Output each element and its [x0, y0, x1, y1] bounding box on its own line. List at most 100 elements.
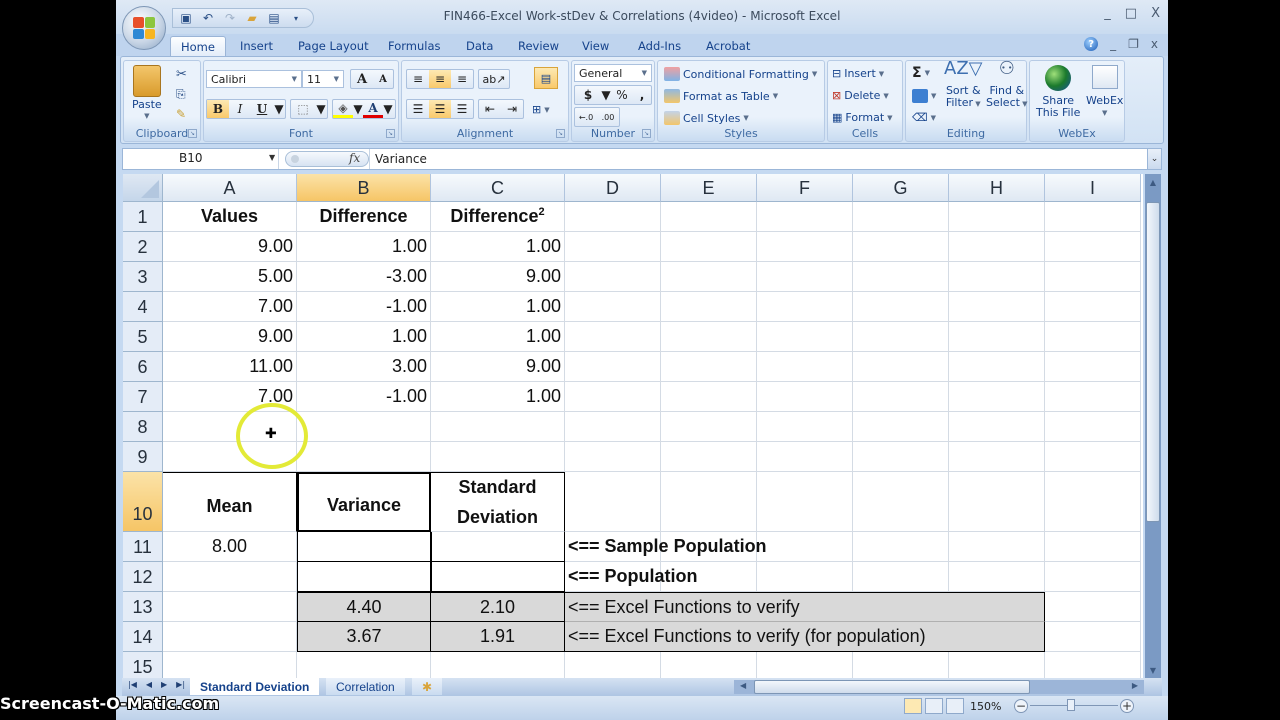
horizontal-scroll-thumb[interactable]: [754, 680, 1030, 694]
column-header-a[interactable]: A: [163, 174, 297, 202]
clear-button[interactable]: ⌫ ▼: [912, 111, 936, 124]
underline-button[interactable]: U: [251, 100, 273, 118]
grow-font-button[interactable]: A: [351, 70, 373, 88]
cell-h5[interactable]: [949, 322, 1045, 352]
zoom-in-icon[interactable]: +: [1120, 699, 1134, 713]
cell-g7[interactable]: [853, 382, 949, 412]
sort-filter-button[interactable]: AZ▽ Sort & Filter ▼: [944, 60, 983, 110]
data-cell-a2[interactable]: 9.00: [163, 232, 297, 262]
column-header-c[interactable]: C: [431, 174, 565, 202]
excel-verify-note[interactable]: <== Excel Functions to verify: [565, 592, 1045, 622]
redo-icon[interactable]: ↷: [221, 10, 239, 26]
format-as-table-button[interactable]: Format as Table ▼: [664, 89, 778, 103]
cell-f4[interactable]: [757, 292, 853, 322]
align-left-icon[interactable]: ☰: [407, 100, 429, 118]
cell-g2[interactable]: [853, 232, 949, 262]
row-header-3[interactable]: 3: [123, 262, 163, 292]
cell-e5[interactable]: [661, 322, 757, 352]
row-header-4[interactable]: 4: [123, 292, 163, 322]
cell-g4[interactable]: [853, 292, 949, 322]
cell-i3[interactable]: [1045, 262, 1141, 292]
cell-e6[interactable]: [661, 352, 757, 382]
name-box[interactable]: B10: [123, 149, 279, 169]
cell-styles-button[interactable]: Cell Styles ▼: [664, 111, 749, 125]
cell-d7[interactable]: [565, 382, 661, 412]
page-break-view-icon[interactable]: [946, 698, 964, 714]
cell-i1[interactable]: [1045, 202, 1141, 232]
delete-cells-button[interactable]: ⊠ Delete ▼: [832, 89, 889, 102]
vertical-scrollbar[interactable]: ▲ ▼: [1145, 174, 1161, 680]
cell-i2[interactable]: [1045, 232, 1141, 262]
cell-g3[interactable]: [853, 262, 949, 292]
conditional-formatting-button[interactable]: Conditional Formatting ▼: [664, 67, 817, 81]
shrink-font-button[interactable]: A: [373, 70, 393, 88]
row-header-10[interactable]: 10: [123, 472, 163, 532]
zoom-slider-thumb[interactable]: [1067, 699, 1075, 711]
cell-h2[interactable]: [949, 232, 1045, 262]
percent-button[interactable]: %: [611, 86, 633, 104]
cell-e7[interactable]: [661, 382, 757, 412]
cell-b9[interactable]: [297, 442, 431, 472]
cell-f10[interactable]: [757, 472, 853, 532]
format-painter-icon[interactable]: ✎: [176, 107, 186, 121]
result-cell-b12[interactable]: [297, 562, 431, 592]
row-header-13[interactable]: 13: [123, 592, 163, 622]
cell-f7[interactable]: [757, 382, 853, 412]
data-cell-b3[interactable]: -3.00: [297, 262, 431, 292]
column-header-b[interactable]: B: [297, 174, 431, 202]
bottom-align-icon[interactable]: ≡: [451, 70, 473, 88]
cell-h7[interactable]: [949, 382, 1045, 412]
cell-g10[interactable]: [853, 472, 949, 532]
standard-deviation-label[interactable]: Standard Deviation: [431, 472, 565, 532]
cell-i9[interactable]: [1045, 442, 1141, 472]
population-note[interactable]: <== Population: [565, 562, 1045, 592]
insert-sheet-icon[interactable]: ✱: [412, 678, 442, 695]
merge-center-icon[interactable]: ⊞ ▼: [532, 103, 550, 116]
cell-d4[interactable]: [565, 292, 661, 322]
open-folder-icon[interactable]: ▰: [243, 10, 261, 26]
cell-h6[interactable]: [949, 352, 1045, 382]
cell-d2[interactable]: [565, 232, 661, 262]
undo-icon[interactable]: ↶: [199, 10, 217, 26]
help-icon[interactable]: ?: [1084, 37, 1099, 51]
cell-c8[interactable]: [431, 412, 565, 442]
excel-stdev-population[interactable]: 1.91: [431, 622, 565, 652]
align-center-icon[interactable]: ☰: [429, 100, 451, 118]
row-header-1[interactable]: 1: [123, 202, 163, 232]
cell-d10[interactable]: [565, 472, 661, 532]
tab-acrobat[interactable]: Acrobat: [696, 36, 760, 56]
cell-g5[interactable]: [853, 322, 949, 352]
increase-indent-icon[interactable]: ⇥: [501, 100, 523, 118]
cell-f3[interactable]: [757, 262, 853, 292]
cell-i14[interactable]: [1045, 622, 1141, 652]
data-cell-b5[interactable]: 1.00: [297, 322, 431, 352]
column-header-i[interactable]: I: [1045, 174, 1141, 202]
row-header-9[interactable]: 9: [123, 442, 163, 472]
tab-insert[interactable]: Insert: [230, 36, 283, 56]
data-cell-b7[interactable]: -1.00: [297, 382, 431, 412]
insert-cells-button[interactable]: ⊟ Insert ▼: [832, 67, 884, 80]
horizontal-scrollbar[interactable]: ◀ ▶: [734, 680, 1144, 694]
copy-icon[interactable]: ⎘: [176, 87, 186, 102]
cell-d1[interactable]: [565, 202, 661, 232]
format-cells-button[interactable]: ▦ Format ▼: [832, 111, 893, 124]
normal-view-icon[interactable]: [904, 698, 922, 714]
borders-button[interactable]: ⬚ ▼: [290, 99, 328, 119]
data-cell-c7[interactable]: 1.00: [431, 382, 565, 412]
cell-f2[interactable]: [757, 232, 853, 262]
row-header-8[interactable]: 8: [123, 412, 163, 442]
cell-g8[interactable]: [853, 412, 949, 442]
middle-align-icon[interactable]: ≡: [429, 70, 451, 88]
data-cell-b4[interactable]: -1.00: [297, 292, 431, 322]
cell-a13[interactable]: [163, 592, 297, 622]
comma-button[interactable]: ,: [633, 86, 651, 104]
zoom-level[interactable]: 150%: [970, 700, 1001, 713]
currency-button[interactable]: $: [575, 86, 601, 104]
row-header-7[interactable]: 7: [123, 382, 163, 412]
tab-page-layout[interactable]: Page Layout: [288, 36, 379, 56]
clipboard-launcher-icon[interactable]: ↘: [188, 129, 197, 138]
prev-sheet-icon[interactable]: ◀: [146, 680, 152, 689]
expand-formula-bar-icon[interactable]: ⌄: [1147, 149, 1161, 169]
column-header-h[interactable]: H: [949, 174, 1045, 202]
cell-a14[interactable]: [163, 622, 297, 652]
